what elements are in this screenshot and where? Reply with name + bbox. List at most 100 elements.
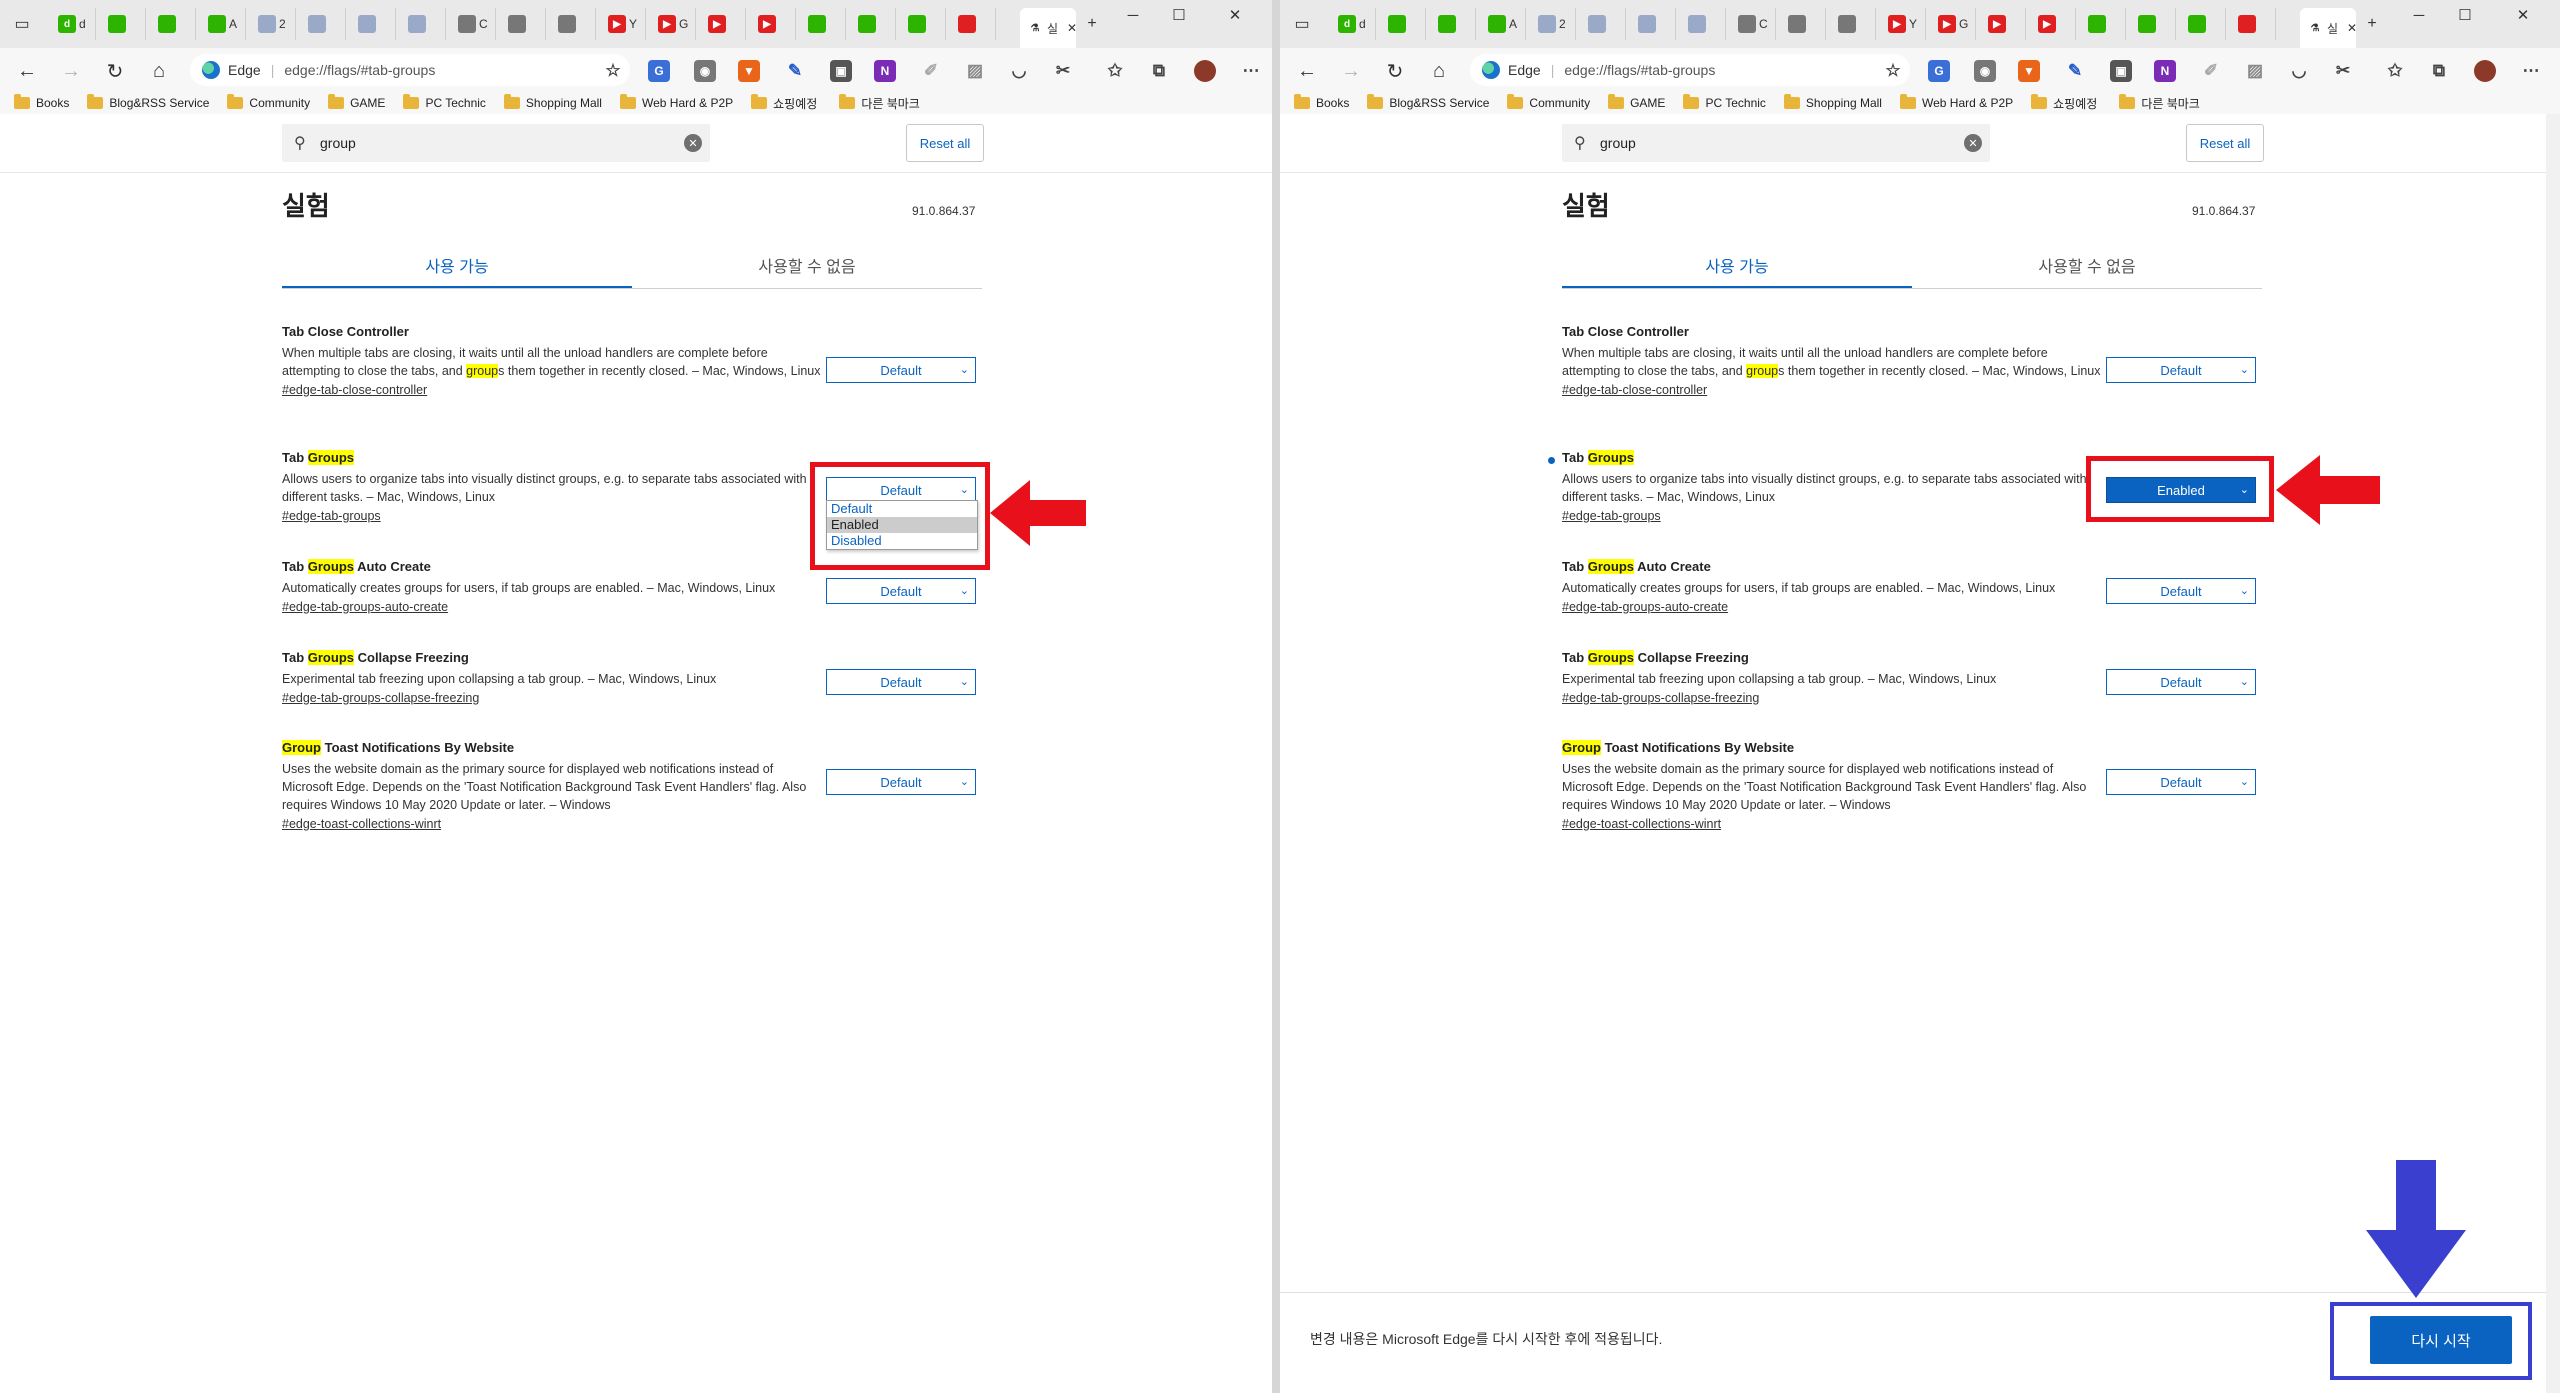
flag-select[interactable]: Default ⌄: [826, 357, 976, 383]
browser-tab[interactable]: C: [452, 8, 496, 40]
bookmark-folder[interactable]: Shopping Mall: [1783, 94, 1882, 110]
browser-tab[interactable]: [1782, 8, 1826, 40]
browser-tab[interactable]: ▶ G: [1932, 8, 1976, 40]
tab-actions-icon[interactable]: ▭: [1288, 10, 1316, 38]
pocket-extension-icon[interactable]: ◡: [2288, 60, 2310, 82]
home-button[interactable]: ⌂: [1424, 56, 1454, 86]
browser-tab[interactable]: [352, 8, 396, 40]
bookmark-folder[interactable]: Blog&RSS Service: [1367, 94, 1489, 110]
browser-tab[interactable]: ▶: [1982, 8, 2026, 40]
maximize-button[interactable]: ☐: [1156, 0, 1202, 30]
browser-tab[interactable]: ▶ Y: [602, 8, 646, 40]
translate-extension-icon[interactable]: G: [1928, 60, 1950, 82]
add-favorite-icon[interactable]: ☆: [602, 60, 624, 82]
forward-button[interactable]: →: [1336, 56, 1366, 86]
browser-tab[interactable]: [502, 8, 546, 40]
reset-all-button[interactable]: Reset all: [2186, 124, 2264, 162]
back-button[interactable]: ←: [1292, 56, 1322, 86]
browser-tab[interactable]: [2082, 8, 2126, 40]
extension-icon[interactable]: ◉: [1974, 60, 1996, 82]
close-tab-icon[interactable]: ✕: [2347, 21, 2356, 35]
flag-select[interactable]: Default ⌄: [826, 669, 976, 695]
tab-actions-icon[interactable]: ▭: [8, 10, 36, 38]
translate-extension-icon[interactable]: G: [648, 60, 670, 82]
pen-extension-icon[interactable]: ✎: [784, 60, 806, 82]
onenote-extension-icon[interactable]: N: [2154, 60, 2176, 82]
flag-select[interactable]: Default ⌄: [826, 578, 976, 604]
flag-anchor-link[interactable]: #edge-tab-groups-auto-create: [282, 600, 448, 614]
browser-tab[interactable]: [102, 8, 146, 40]
browser-tab[interactable]: A: [202, 8, 246, 40]
new-tab-button[interactable]: +: [2358, 10, 2386, 38]
onenote-extension-icon[interactable]: N: [874, 60, 896, 82]
flag-anchor-link[interactable]: #edge-tab-close-controller: [282, 383, 427, 397]
flag-select[interactable]: Default ⌄: [2106, 769, 2256, 795]
bookmark-folder[interactable]: 쇼핑예정: [751, 94, 817, 112]
tools-extension-icon[interactable]: ✂: [2332, 60, 2354, 82]
flag-anchor-link[interactable]: #edge-tab-groups: [1562, 509, 1661, 523]
profile-avatar[interactable]: [1194, 60, 1216, 82]
active-tab[interactable]: ⚗ 실 ✕: [1020, 8, 1076, 48]
browser-tab[interactable]: ▶ G: [652, 8, 696, 40]
browser-tab[interactable]: dd: [52, 8, 96, 40]
browser-tab[interactable]: [1382, 8, 1426, 40]
maximize-button[interactable]: ☐: [2442, 0, 2488, 30]
brave-extension-icon[interactable]: ▼: [738, 60, 760, 82]
flag-anchor-link[interactable]: #edge-toast-collections-winrt: [282, 817, 441, 831]
tab-available[interactable]: 사용 가능: [282, 244, 632, 288]
browser-tab[interactable]: [2132, 8, 2176, 40]
browser-tab[interactable]: [2182, 8, 2226, 40]
brave-extension-icon[interactable]: ▼: [2018, 60, 2040, 82]
book-extension-icon[interactable]: ▣: [2110, 60, 2132, 82]
browser-tab[interactable]: [1682, 8, 1726, 40]
browser-tab[interactable]: 2: [252, 8, 296, 40]
search-input[interactable]: group: [1600, 135, 1964, 151]
bookmark-folder[interactable]: Blog&RSS Service: [87, 94, 209, 110]
tab-unavailable[interactable]: 사용할 수 없음: [1912, 244, 2262, 286]
pen-extension-icon[interactable]: ✎: [2064, 60, 2086, 82]
browser-tab[interactable]: 2: [1532, 8, 1576, 40]
favorites-icon[interactable]: ✩: [2384, 60, 2406, 82]
bookmark-folder[interactable]: Community: [1507, 94, 1590, 110]
bookmark-folder[interactable]: Web Hard & P2P: [1899, 94, 2013, 110]
search-field[interactable]: ⚲ group ✕: [282, 124, 710, 162]
bookmark-folder[interactable]: GAME: [328, 94, 385, 110]
browser-tab[interactable]: [1832, 8, 1876, 40]
feather-extension-icon[interactable]: ✐: [920, 60, 942, 82]
search-field[interactable]: ⚲ group ✕: [1562, 124, 1990, 162]
bookmark-folder[interactable]: Web Hard & P2P: [619, 94, 733, 110]
clear-search-icon[interactable]: ✕: [1964, 134, 1982, 152]
browser-tab[interactable]: [302, 8, 346, 40]
browser-tab[interactable]: [152, 8, 196, 40]
browser-tab[interactable]: [402, 8, 446, 40]
profile-avatar[interactable]: [2474, 60, 2496, 82]
browser-tab[interactable]: [902, 8, 946, 40]
browser-tab[interactable]: [802, 8, 846, 40]
browser-tab[interactable]: dd: [1332, 8, 1376, 40]
bookmark-folder[interactable]: Books: [1294, 94, 1349, 110]
bookmark-folder[interactable]: 다른 북마크: [839, 94, 920, 112]
minimize-button[interactable]: ─: [2396, 0, 2442, 30]
flag-select[interactable]: Default ⌄: [2106, 669, 2256, 695]
image-extension-icon[interactable]: ▨: [964, 60, 986, 82]
tab-available[interactable]: 사용 가능: [1562, 244, 1912, 288]
bookmark-folder[interactable]: PC Technic: [1683, 94, 1766, 110]
flag-select[interactable]: Default ⌄: [826, 769, 976, 795]
browser-tab[interactable]: [1582, 8, 1626, 40]
more-menu-icon[interactable]: ⋯: [2520, 60, 2542, 82]
forward-button[interactable]: →: [56, 56, 86, 86]
flag-anchor-link[interactable]: #edge-tab-groups-collapse-freezing: [282, 691, 479, 705]
bookmark-folder[interactable]: GAME: [1608, 94, 1665, 110]
browser-tab[interactable]: A: [1482, 8, 1526, 40]
refresh-button[interactable]: ↻: [1380, 56, 1410, 86]
tab-unavailable[interactable]: 사용할 수 없음: [632, 244, 982, 286]
collections-icon[interactable]: ⧉: [1148, 60, 1170, 82]
minimize-button[interactable]: ─: [1110, 0, 1156, 30]
browser-tab[interactable]: ▶: [2032, 8, 2076, 40]
flag-anchor-link[interactable]: #edge-tab-close-controller: [1562, 383, 1707, 397]
book-extension-icon[interactable]: ▣: [830, 60, 852, 82]
collections-icon[interactable]: ⧉: [2428, 60, 2450, 82]
tools-extension-icon[interactable]: ✂: [1052, 60, 1074, 82]
clear-search-icon[interactable]: ✕: [684, 134, 702, 152]
reset-all-button[interactable]: Reset all: [906, 124, 984, 162]
